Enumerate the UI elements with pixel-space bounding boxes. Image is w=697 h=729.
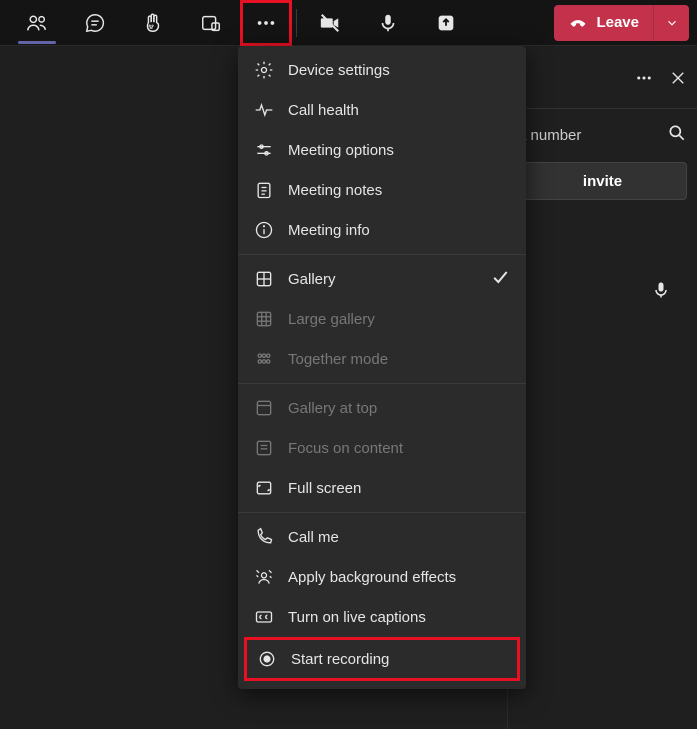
rooms-button[interactable]: [182, 0, 240, 46]
gallery-top-icon: [254, 398, 274, 418]
menu-meeting-options[interactable]: Meeting options: [238, 130, 526, 170]
menu-call-health[interactable]: Call health: [238, 90, 526, 130]
more-icon: [635, 69, 653, 87]
checkmark-icon: [490, 267, 510, 291]
mic-icon: [651, 280, 671, 300]
panel-more-button[interactable]: [635, 69, 653, 92]
menu-label: Meeting notes: [288, 182, 382, 199]
share-button[interactable]: [417, 0, 475, 46]
gallery-icon: [254, 269, 274, 289]
menu-meeting-notes[interactable]: Meeting notes: [238, 170, 526, 210]
fullscreen-icon: [254, 478, 274, 498]
close-icon: [669, 69, 687, 87]
menu-background-effects[interactable]: Apply background effects: [238, 557, 526, 597]
reactions-button[interactable]: [124, 0, 182, 46]
menu-label: Turn on live captions: [288, 609, 426, 626]
meeting-toolbar: Leave: [0, 0, 697, 46]
together-icon: [254, 349, 274, 369]
menu-meeting-info[interactable]: Meeting info: [238, 210, 526, 250]
menu-label: Together mode: [288, 351, 388, 368]
menu-call-me[interactable]: Call me: [238, 517, 526, 557]
menu-separator: [238, 383, 526, 384]
menu-separator: [238, 512, 526, 513]
more-actions-button[interactable]: [240, 0, 292, 46]
chat-icon: [84, 12, 106, 34]
notes-icon: [254, 180, 274, 200]
menu-label: Call health: [288, 102, 359, 119]
menu-label: Full screen: [288, 480, 361, 497]
people-panel: a number invite: [507, 46, 697, 729]
leave-label: Leave: [596, 14, 639, 31]
focus-icon: [254, 438, 274, 458]
share-invite-button[interactable]: invite: [518, 162, 687, 200]
share-tray-icon: [435, 12, 457, 34]
mic-icon: [377, 12, 399, 34]
gear-icon: [254, 60, 274, 80]
captions-icon: [254, 607, 274, 627]
menu-label: Apply background effects: [288, 569, 456, 586]
panel-close-button[interactable]: [669, 69, 687, 92]
menu-device-settings[interactable]: Device settings: [238, 50, 526, 90]
search-icon: [667, 123, 687, 143]
more-icon: [255, 12, 277, 34]
menu-label: Meeting options: [288, 142, 394, 159]
menu-label: Gallery at top: [288, 400, 377, 417]
menu-gallery[interactable]: Gallery: [238, 259, 526, 299]
share-invite-label: invite: [583, 173, 622, 190]
more-actions-menu: Device settings Call health Meeting opti…: [238, 46, 526, 689]
people-icon: [26, 12, 48, 34]
chat-button[interactable]: [66, 0, 124, 46]
menu-label: Focus on content: [288, 440, 403, 457]
camera-off-icon: [319, 12, 341, 34]
raise-hand-icon: [142, 12, 164, 34]
menu-start-recording[interactable]: Start recording: [244, 637, 520, 681]
people-button[interactable]: [8, 0, 66, 46]
background-icon: [254, 567, 274, 587]
info-icon: [254, 220, 274, 240]
chevron-down-icon: [665, 16, 679, 30]
menu-large-gallery: Large gallery: [238, 299, 526, 339]
menu-label: Call me: [288, 529, 339, 546]
menu-label: Meeting info: [288, 222, 370, 239]
hangup-icon: [568, 13, 588, 33]
leave-group: Leave: [554, 5, 689, 41]
breakout-rooms-icon: [200, 12, 222, 34]
menu-separator: [238, 254, 526, 255]
menu-live-captions[interactable]: Turn on live captions: [238, 597, 526, 637]
leave-caret-button[interactable]: [653, 5, 689, 41]
menu-together-mode: Together mode: [238, 339, 526, 379]
sliders-icon: [254, 140, 274, 160]
panel-divider: [508, 108, 697, 109]
participant-mic-indicator: [651, 280, 671, 305]
search-button[interactable]: [667, 123, 687, 148]
menu-full-screen[interactable]: Full screen: [238, 468, 526, 508]
dial-number-hint: a number: [518, 127, 667, 144]
mic-button[interactable]: [359, 0, 417, 46]
toolbar-divider: [296, 9, 297, 37]
record-icon: [257, 649, 277, 669]
pulse-icon: [254, 100, 274, 120]
menu-label: Large gallery: [288, 311, 375, 328]
menu-gallery-at-top: Gallery at top: [238, 388, 526, 428]
phone-icon: [254, 527, 274, 547]
menu-label: Device settings: [288, 62, 390, 79]
leave-button[interactable]: Leave: [554, 5, 653, 41]
large-gallery-icon: [254, 309, 274, 329]
camera-button[interactable]: [301, 0, 359, 46]
menu-label: Start recording: [291, 651, 389, 668]
menu-focus-on-content: Focus on content: [238, 428, 526, 468]
menu-label: Gallery: [288, 271, 336, 288]
